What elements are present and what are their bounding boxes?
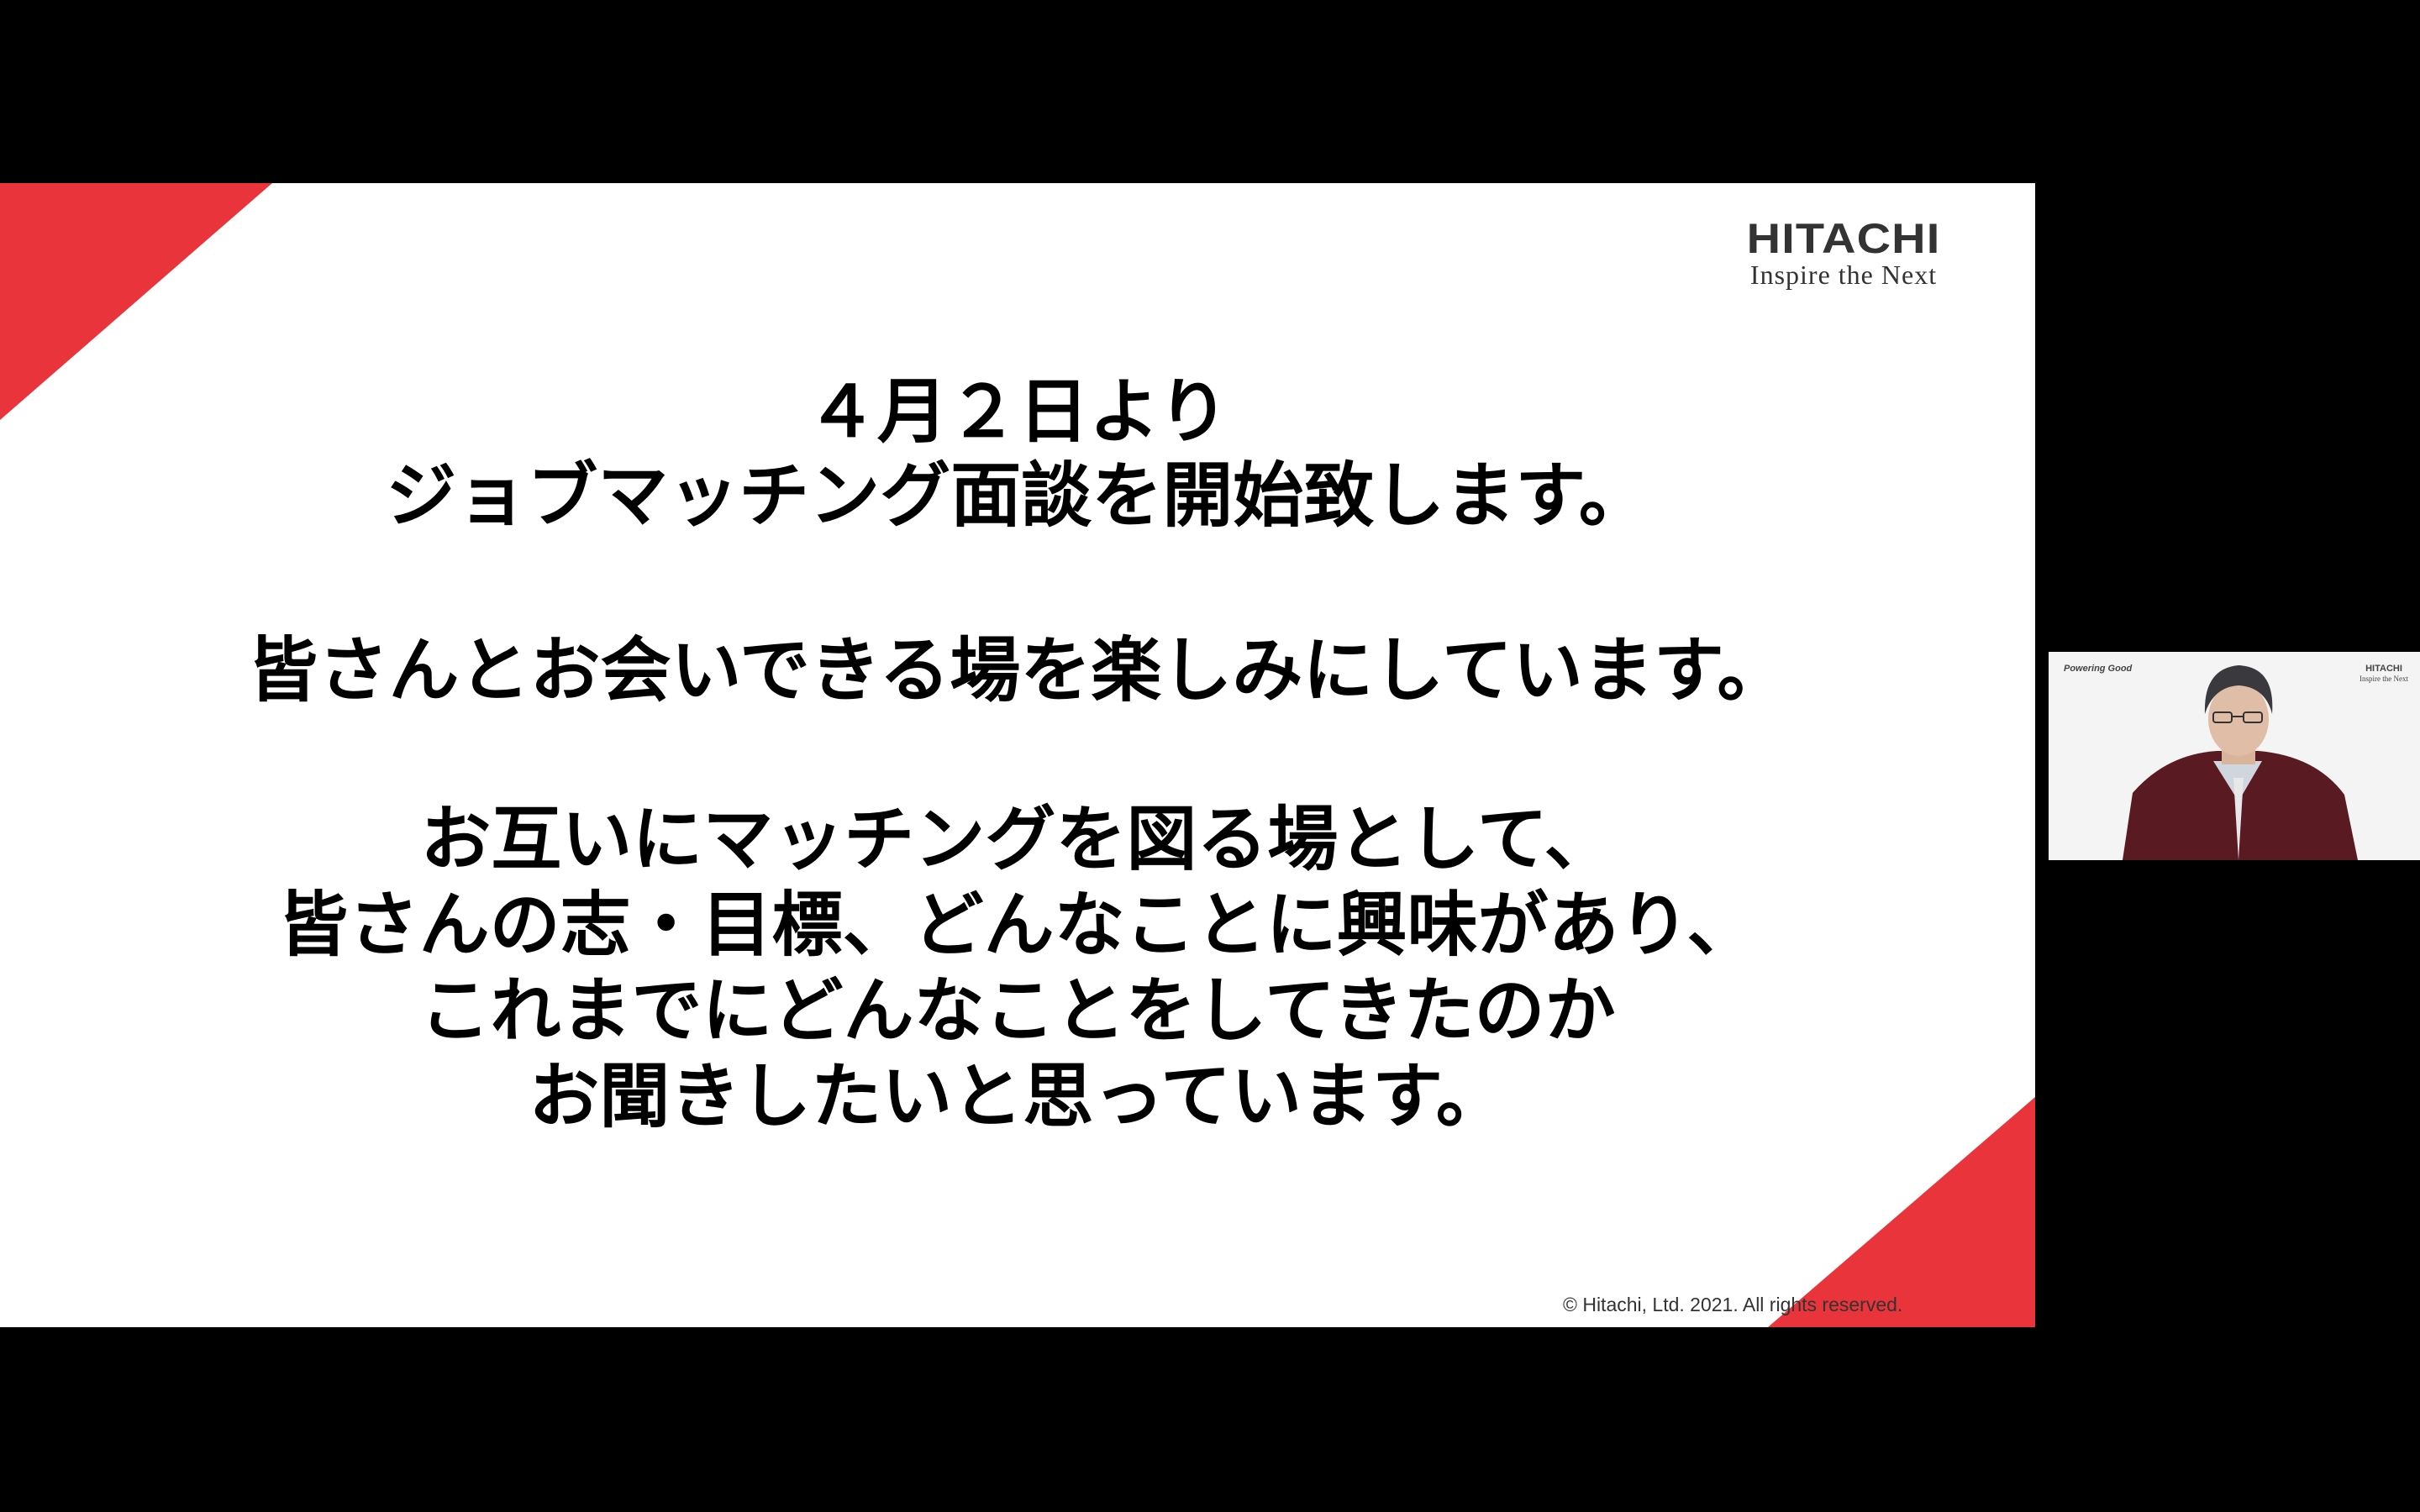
shared-slide: HITACHI Inspire the Next ４月２日より ジョブマッチング… xyxy=(0,183,2035,1327)
hitachi-logo: HITACHI Inspire the Next xyxy=(1692,217,1995,289)
logo-tagline: Inspire the Next xyxy=(1749,260,1938,290)
participant-avatar-image xyxy=(2123,665,2358,860)
video-call-stage: HITACHI Inspire the Next ４月２日より ジョブマッチング… xyxy=(0,0,2420,1512)
paragraph-line: お聞きしたいと思っています。 xyxy=(529,1055,1507,1137)
slide-message-2: 皆さんとお会いできる場を楽しみにしています。 xyxy=(247,629,1788,711)
logo-brand: HITACHI xyxy=(1746,215,1941,262)
slide-heading: ４月２日より ジョブマッチング面談を開始致します。 xyxy=(0,370,2035,538)
paragraph-line: 皆さんの志・目標、どんなことに興味があり、 xyxy=(277,884,1758,966)
copyright-notice: © Hitachi, Ltd. 2021. All rights reserve… xyxy=(1563,1294,1903,1315)
participant-video-tile[interactable]: Powering Good HITACHI Inspire the Next xyxy=(2049,652,2420,860)
heading-line: ４月２日より xyxy=(806,370,1229,453)
slide-paragraph: お互いにマッチングを図る場として、 皆さんの志・目標、どんなことに興味があり、 … xyxy=(0,796,2035,1139)
heading-line: ジョブマッチング面談を開始致します。 xyxy=(386,454,1649,537)
paragraph-line: これまでにどんなことをしてきたのか xyxy=(419,969,1616,1052)
paragraph-line: お互いにマッチングを図る場として、 xyxy=(420,798,1615,880)
